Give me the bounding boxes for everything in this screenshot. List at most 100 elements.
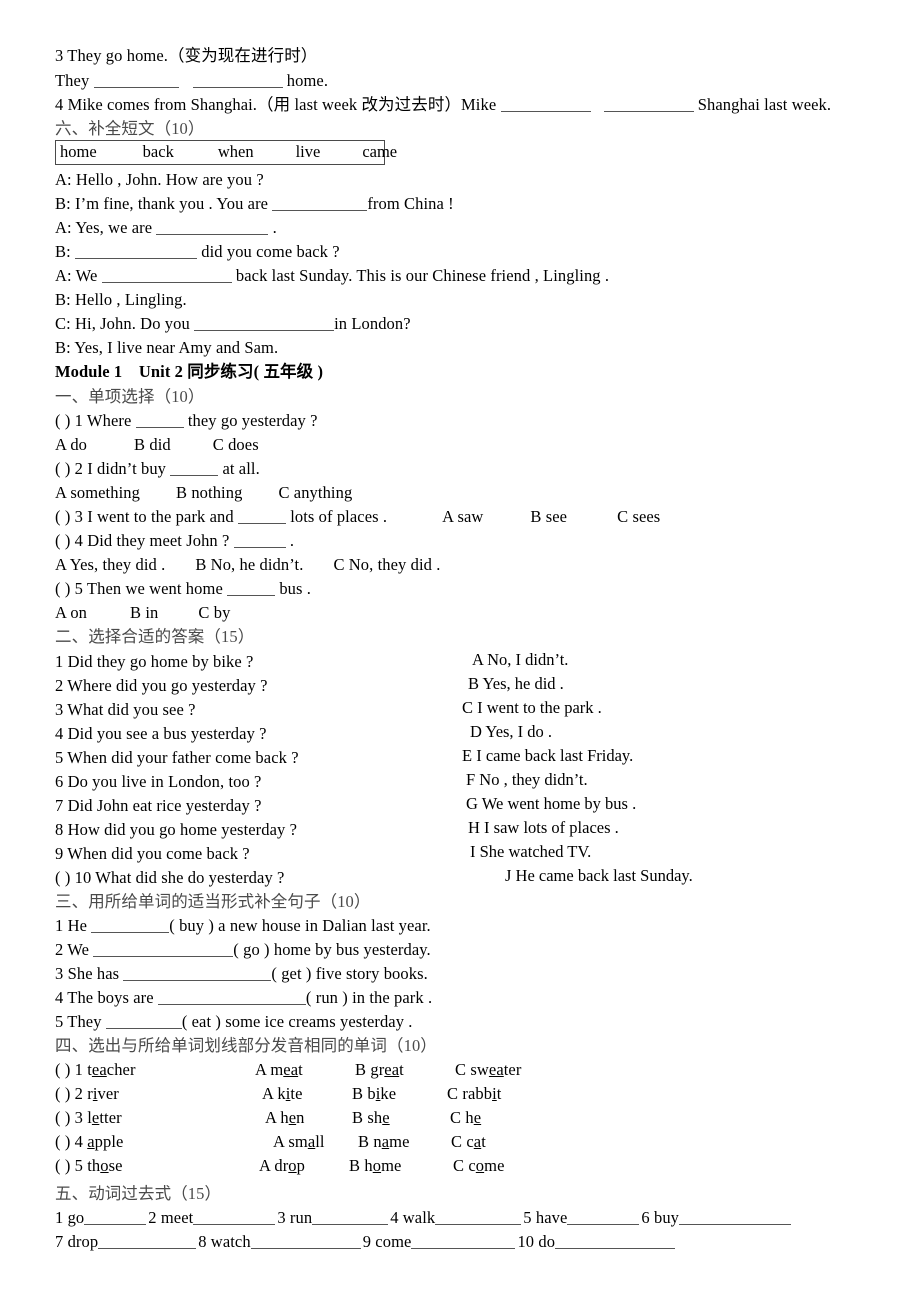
option-c[interactable]: C does (213, 435, 259, 454)
phonics-option-a[interactable]: A kite (262, 1082, 303, 1106)
fill-blank[interactable] (237, 510, 286, 524)
word-bank-item[interactable]: home (60, 142, 97, 162)
fill-blank[interactable] (435, 1211, 522, 1225)
fill-blank[interactable] (500, 98, 591, 112)
question-stem: . (285, 531, 295, 550)
phonics-option-c[interactable]: C come (453, 1154, 505, 1178)
fill-blank[interactable] (98, 1235, 197, 1249)
option-a[interactable]: A Yes, they did . (55, 555, 165, 574)
match-right-item[interactable]: G We went home by bus . (466, 794, 636, 814)
fill-blank[interactable] (101, 269, 232, 283)
phonics-option-a[interactable]: A drop (259, 1154, 305, 1178)
match-right-item[interactable]: J He came back last Sunday. (505, 866, 693, 886)
sentence-suffix: ( eat ) some ice creams yesterday . (181, 1012, 413, 1031)
option-b[interactable]: B see (530, 507, 567, 526)
match-left-item[interactable]: 7 Did John eat rice yesterday ? (55, 794, 262, 818)
fill-blank[interactable] (272, 197, 368, 211)
match-left-item[interactable]: 1 Did they go home by bike ? (55, 650, 253, 674)
match-right-item[interactable]: I She watched TV. (470, 842, 591, 862)
word-bank-item[interactable]: when (218, 142, 254, 162)
fill-blank[interactable] (411, 1235, 516, 1249)
option-a[interactable]: A on (55, 603, 87, 622)
fill-blank[interactable] (250, 1235, 361, 1249)
option-b[interactable]: B No, he didn’t. (195, 555, 303, 574)
phonics-option-a[interactable]: A small (273, 1130, 325, 1154)
dialogue-text: C: Hi, John. Do you (55, 314, 195, 333)
phonics-option-c[interactable]: C he (450, 1106, 481, 1130)
fill-blank[interactable] (123, 967, 272, 981)
match-right-item[interactable]: F No , they didn’t. (466, 770, 588, 790)
fill-blank[interactable] (567, 1211, 640, 1225)
match-left-item[interactable]: 9 When did you come back ? (55, 842, 250, 866)
option-b[interactable]: B in (130, 603, 158, 622)
phonics-option-b[interactable]: B great (355, 1058, 404, 1082)
phonics-option-c[interactable]: C sweater (455, 1058, 521, 1082)
option-c[interactable]: C sees (617, 507, 660, 526)
fill-blank[interactable] (555, 1235, 676, 1249)
match-right-item[interactable]: B Yes, he did . (468, 674, 564, 694)
match-left-item[interactable]: 2 Where did you go yesterday ? (55, 674, 268, 698)
fill-blank[interactable] (679, 1211, 792, 1225)
phonics-option-a[interactable]: A hen (265, 1106, 305, 1130)
option-c[interactable]: C by (198, 603, 230, 622)
word-bank-item[interactable]: live (296, 142, 321, 162)
fill-blank[interactable] (75, 245, 198, 259)
fill-blank[interactable] (93, 943, 234, 957)
fill-blank[interactable] (233, 534, 286, 548)
option-b[interactable]: B did (134, 435, 171, 454)
answer-bracket[interactable]: ( ) 5 (55, 1156, 87, 1175)
fill-blank[interactable] (157, 991, 306, 1005)
answer-bracket[interactable]: ( ) 2 (55, 1084, 87, 1103)
option-b[interactable]: B nothing (176, 483, 242, 502)
match-right-item[interactable]: A No, I didn’t. (472, 650, 568, 670)
answer-bracket[interactable]: ( ) 4 (55, 1132, 87, 1151)
match-right-item[interactable]: H I saw lots of places . (468, 818, 619, 838)
answer-bracket[interactable]: ( ) 3 (55, 1108, 87, 1127)
sentence-suffix: ( run ) in the park . (305, 988, 433, 1007)
match-left-item[interactable]: 4 Did you see a bus yesterday ? (55, 722, 267, 746)
fill-blank[interactable] (312, 1211, 389, 1225)
fill-blank[interactable] (135, 414, 184, 428)
option-a[interactable]: A do (55, 435, 87, 454)
match-right-item[interactable]: E I came back last Friday. (462, 746, 633, 766)
phonics-option-c[interactable]: C rabbit (447, 1082, 501, 1106)
match-right-item[interactable]: D Yes, I do . (470, 722, 552, 742)
option-c[interactable]: C anything (278, 483, 352, 502)
fill-blank[interactable] (156, 221, 269, 235)
dialogue-text: B: (55, 242, 76, 261)
answer-bracket[interactable]: ( ) 1 (55, 1060, 87, 1079)
word-bank-item[interactable]: came (362, 142, 397, 162)
dialogue-line: B: Yes, I live near Amy and Sam. (55, 336, 278, 360)
dialogue-text: back last Sunday. This is our Chinese fr… (231, 266, 610, 285)
dialogue-line: B: I’m fine, thank you . You are from Ch… (55, 192, 454, 216)
phonics-option-c[interactable]: C cat (451, 1130, 486, 1154)
match-left-item[interactable]: 3 What did you see ? (55, 698, 196, 722)
phonics-option-b[interactable]: B home (349, 1154, 401, 1178)
phonics-option-a[interactable]: A meat (255, 1058, 303, 1082)
fill-blank[interactable] (91, 919, 170, 933)
fill-blank[interactable] (227, 582, 276, 596)
option-a[interactable]: A something (55, 483, 140, 502)
option-c[interactable]: C No, they did . (333, 555, 440, 574)
fill-blank[interactable] (84, 1211, 147, 1225)
phonics-option-b[interactable]: B name (358, 1130, 410, 1154)
phonics-target-word: river (87, 1084, 119, 1103)
option-a[interactable]: A saw (442, 507, 483, 526)
fill-blank[interactable] (192, 74, 283, 88)
sentence-prefix: 2 We (55, 940, 94, 959)
phonics-option-b[interactable]: B she (352, 1106, 390, 1130)
fill-blank[interactable] (193, 1211, 276, 1225)
match-left-item[interactable]: ( ) 10 What did she do yesterday ? (55, 866, 284, 890)
dialogue-text: B: Hello , Lingling. (55, 290, 187, 309)
fill-blank[interactable] (105, 1015, 182, 1029)
fill-blank[interactable] (194, 317, 335, 331)
match-left-item[interactable]: 6 Do you live in London, too ? (55, 770, 261, 794)
match-left-item[interactable]: 5 When did your father come back ? (55, 746, 299, 770)
word-bank-item[interactable]: back (143, 142, 174, 162)
match-right-item[interactable]: C I went to the park . (462, 698, 602, 718)
fill-blank[interactable] (603, 98, 694, 112)
fill-blank[interactable] (93, 74, 179, 88)
phonics-option-b[interactable]: B bike (352, 1082, 396, 1106)
match-left-item[interactable]: 8 How did you go home yesterday ? (55, 818, 297, 842)
fill-blank[interactable] (170, 462, 219, 476)
